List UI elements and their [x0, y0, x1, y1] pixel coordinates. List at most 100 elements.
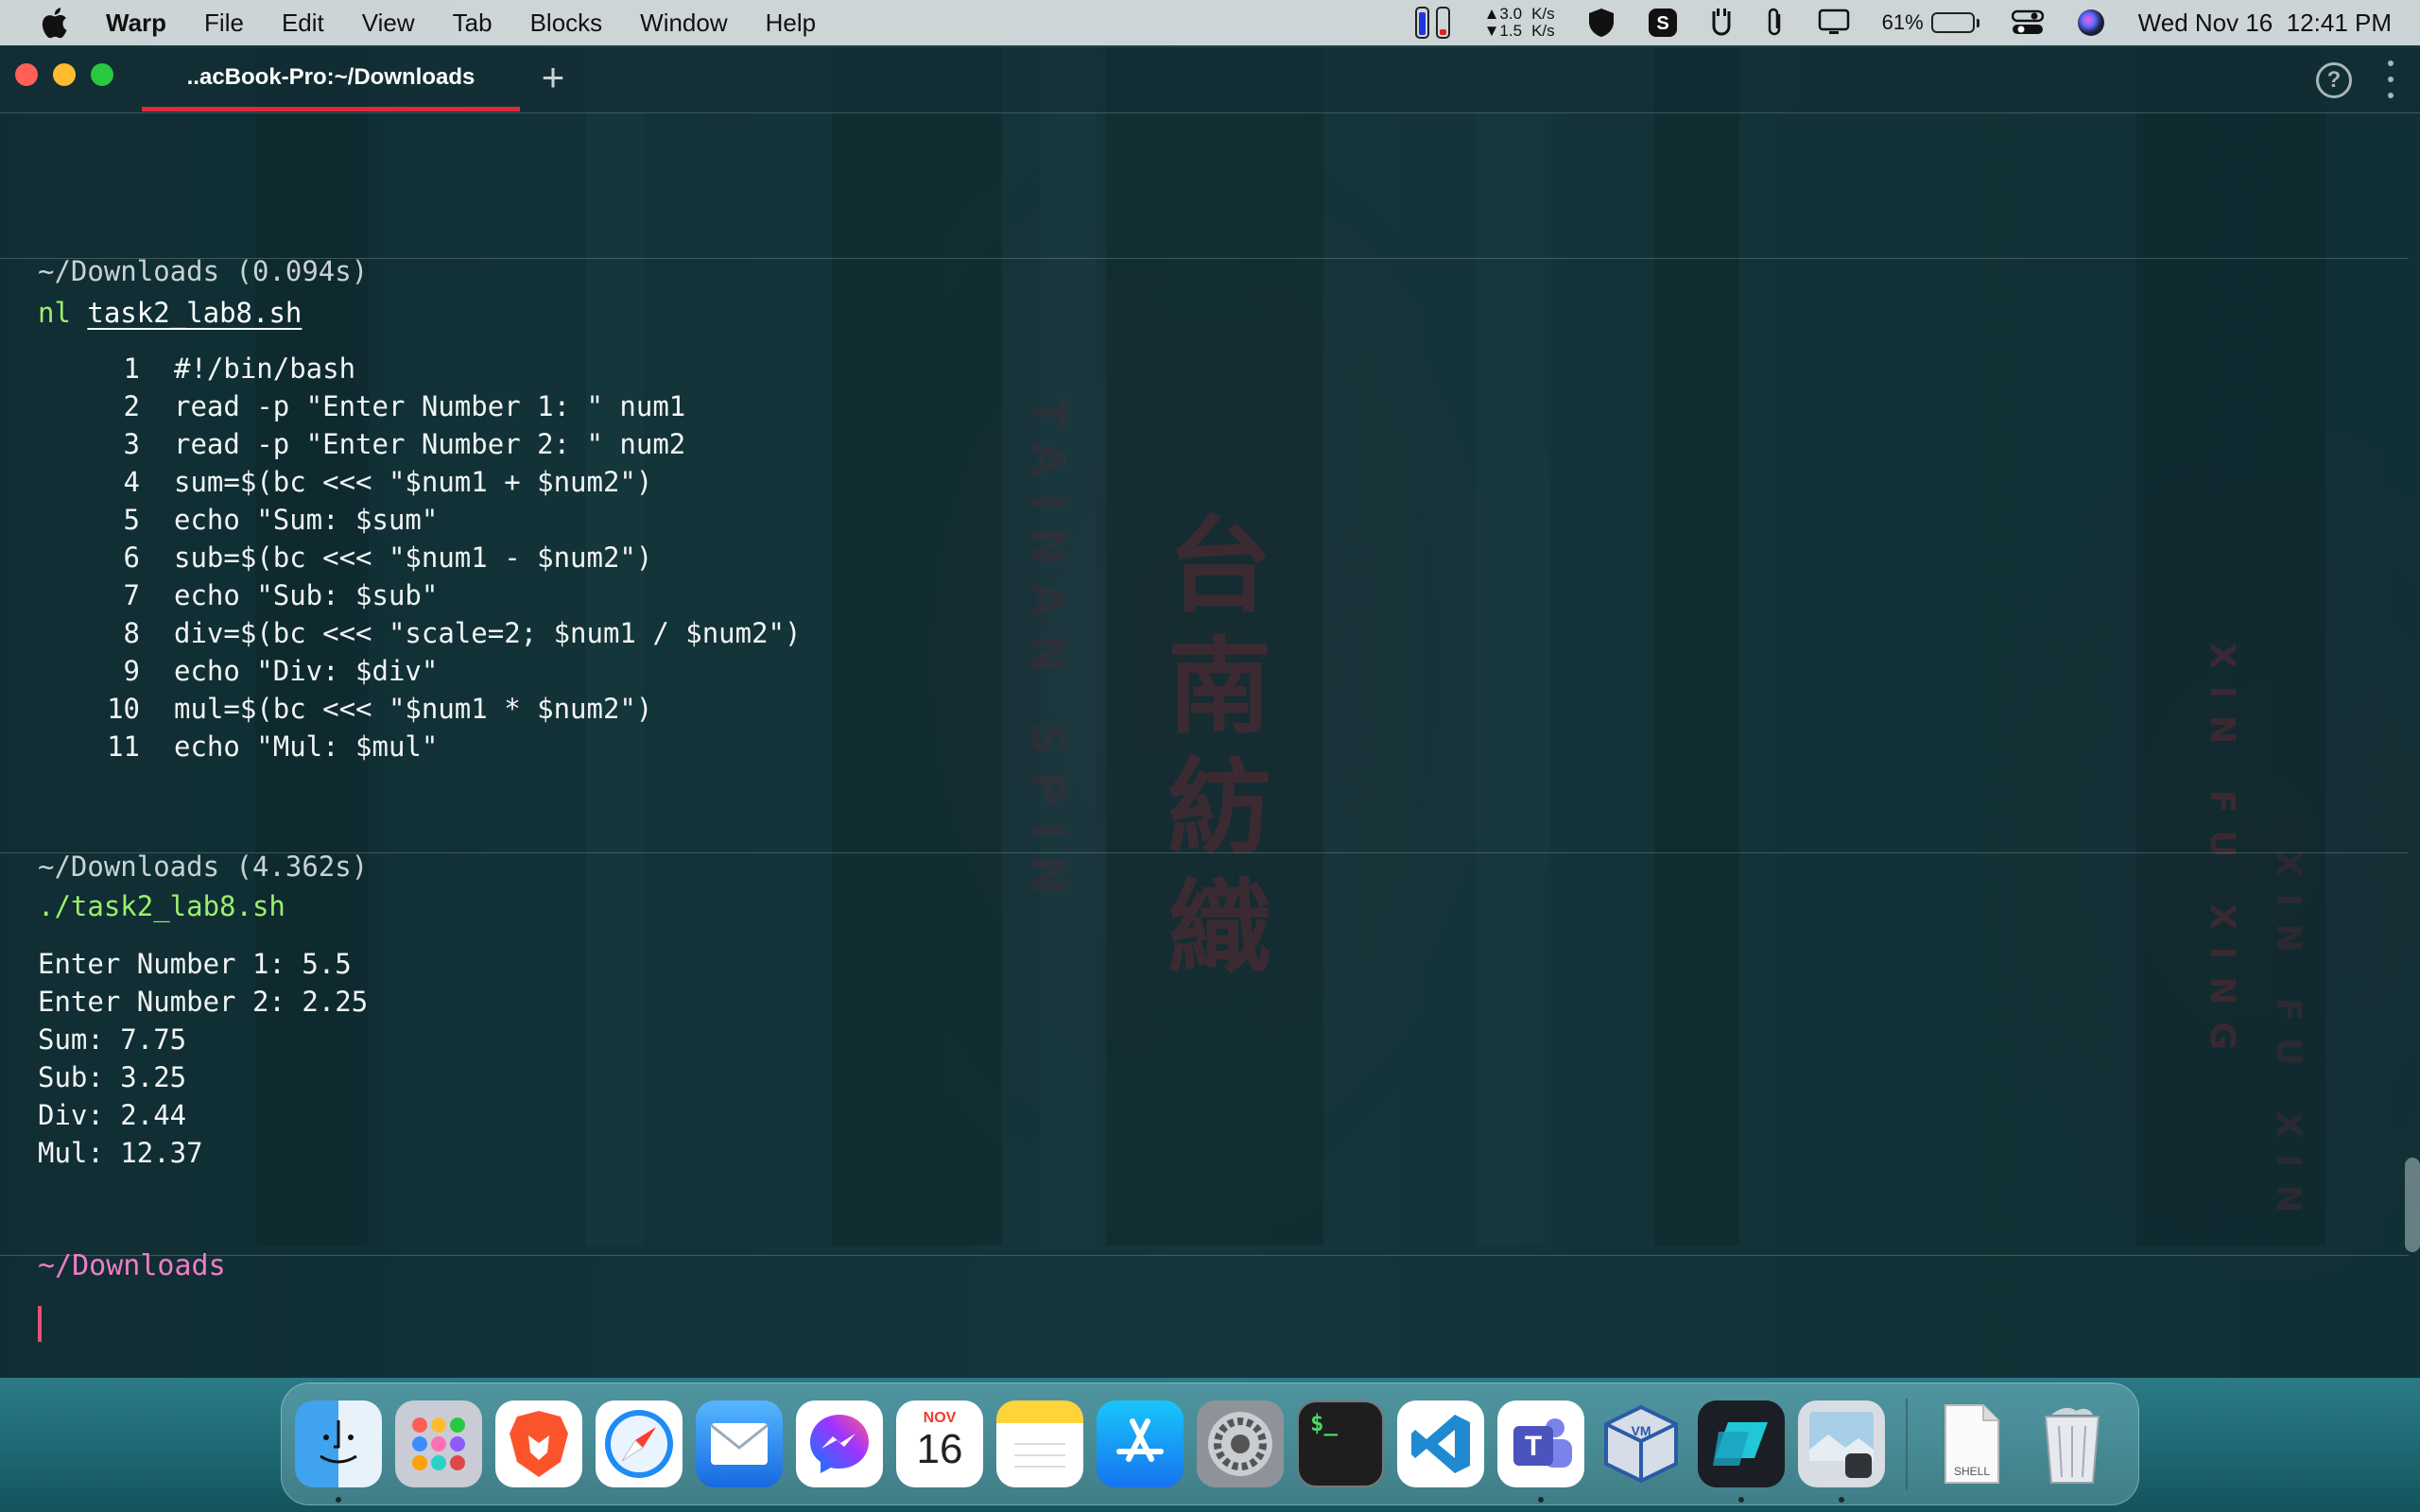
dock-messenger[interactable] [796, 1400, 883, 1487]
apple-menu-icon[interactable] [40, 7, 68, 39]
menu-help[interactable]: Help [766, 9, 816, 38]
tab-title: ..acBook-Pro:~/Downloads [186, 63, 475, 90]
notes-icon [1014, 1443, 1065, 1468]
menu-edit[interactable]: Edit [282, 9, 324, 38]
menu-window[interactable]: Window [640, 9, 727, 38]
menu-file[interactable]: File [204, 9, 244, 38]
display-icon[interactable] [1818, 9, 1850, 37]
help-icon[interactable]: ? [2316, 62, 2352, 98]
listing-line: 1 #!/bin/bash [0, 350, 356, 387]
listing-line: 5 echo "Sum: $sum" [0, 501, 439, 539]
scrollbar-thumb[interactable] [2405, 1158, 2420, 1252]
dock-safari[interactable] [596, 1400, 683, 1487]
calendar-day: 16 [916, 1426, 963, 1472]
more-options-icon[interactable] [2386, 60, 2395, 98]
listing-line: 9 echo "Div: $div" [0, 652, 439, 690]
dock-terminal[interactable]: $_ [1297, 1400, 1384, 1487]
dock-warp[interactable] [1698, 1400, 1785, 1503]
menu-view[interactable]: View [362, 9, 415, 38]
brave-lion-icon [510, 1411, 568, 1477]
net-download: ▼1.5 [1483, 22, 1523, 40]
mail-envelope-icon [710, 1423, 769, 1465]
running-indicator [1839, 1497, 1844, 1503]
block-divider [0, 1255, 2409, 1256]
listing-line: 6 sub=$(bc <<< "$num1 - $num2") [0, 539, 653, 576]
line-source: div=$(bc <<< "scale=2; $num1 / $num2") [174, 617, 802, 649]
net-upload-unit: K/s [1531, 5, 1555, 23]
net-download-unit: K/s [1531, 22, 1555, 40]
memory-gauge-icon[interactable] [1414, 5, 1452, 41]
line-source: read -p "Enter Number 2: " num2 [174, 428, 686, 460]
terminal-icon: $_ [1310, 1410, 1338, 1436]
running-indicator [1538, 1497, 1544, 1503]
terminal-content[interactable]: ~/Downloads (0.094s) nl task2_lab8.sh 1 #… [0, 113, 2420, 1378]
trash-icon [2044, 1407, 2100, 1484]
dock-launchpad[interactable] [395, 1400, 482, 1487]
line-number: 6 [123, 541, 140, 574]
menu-blocks[interactable]: Blocks [530, 9, 603, 38]
calendar-month: NOV [923, 1410, 957, 1426]
close-window-button[interactable] [15, 63, 38, 86]
clock-datetime[interactable]: Wed Nov 16 12:41 PM [2138, 9, 2392, 38]
output-line: Sub: 3.25 [38, 1061, 187, 1093]
command-argument[interactable]: task2_lab8.sh [87, 297, 302, 329]
block-command[interactable]: nl task2_lab8.sh [38, 297, 302, 329]
line-source: echo "Sub: $sub" [174, 579, 439, 611]
listing-line: 7 echo "Sub: $sub" [0, 576, 439, 614]
menu-tab[interactable]: Tab [453, 9, 493, 38]
paperclip-icon[interactable] [1765, 7, 1786, 39]
output-line: Div: 2.44 [38, 1099, 187, 1131]
dock-brave[interactable] [495, 1400, 582, 1487]
line-source: echo "Div: $div" [174, 655, 439, 687]
gear-icon [1208, 1412, 1272, 1476]
block-header: ~/Downloads (4.362s) [38, 850, 369, 883]
line-number: 2 [123, 390, 140, 422]
app-menu-warp[interactable]: Warp [106, 9, 166, 38]
line-source: sum=$(bc <<< "$num1 + $num2") [174, 466, 653, 498]
listing-line: 10 mul=$(bc <<< "$num1 * $num2") [0, 690, 652, 728]
dock-app-store[interactable] [1097, 1400, 1184, 1487]
menu-bar: Warp File Edit View Tab Blocks Window He… [0, 0, 2420, 45]
network-speed-widget[interactable]: ▲3.0 ▼1.5 K/s K/s [1484, 6, 1555, 40]
dock-virtualbox[interactable]: VM [1598, 1400, 1685, 1487]
battery-status[interactable]: 61% [1882, 10, 1979, 35]
vscode-icon [1411, 1415, 1470, 1473]
dock-finder[interactable] [295, 1400, 382, 1503]
line-source: mul=$(bc <<< "$num1 * $num2") [174, 693, 653, 725]
dock-vscode[interactable] [1397, 1400, 1484, 1487]
warp-terminal-window: ..acBook-Pro:~/Downloads + ? ~/Downloads… [0, 47, 2420, 1378]
block-command[interactable]: ./task2_lab8.sh [38, 890, 285, 922]
listing-line: 3 read -p "Enter Number 2: " num2 [0, 425, 686, 463]
new-tab-button[interactable]: + [534, 57, 572, 98]
siri-icon[interactable] [2076, 8, 2106, 38]
input-cursor[interactable] [38, 1306, 42, 1342]
usb-utility-icon[interactable] [1710, 8, 1733, 38]
maximize-window-button[interactable] [91, 63, 113, 86]
dock-notes[interactable] [996, 1400, 1083, 1487]
dock-separator [1906, 1399, 1908, 1489]
running-indicator [336, 1497, 341, 1503]
output-line: Mul: 12.37 [38, 1137, 203, 1169]
line-number: 11 [107, 730, 140, 763]
control-center-icon[interactable] [2011, 9, 2044, 36]
s-app-icon[interactable]: S [1648, 8, 1678, 38]
dock-teams[interactable]: T [1497, 1400, 1584, 1503]
dock-preview[interactable] [1798, 1400, 1885, 1503]
warp-icon [1713, 1422, 1768, 1466]
line-number: 9 [123, 655, 140, 687]
svg-text:VM: VM [1632, 1423, 1651, 1438]
line-number: 7 [123, 579, 140, 611]
tab-downloads[interactable]: ..acBook-Pro:~/Downloads [142, 47, 520, 112]
dock-system-preferences[interactable] [1197, 1400, 1284, 1487]
dock-calendar[interactable]: NOV 16 [896, 1400, 983, 1487]
dock-mail[interactable] [696, 1400, 783, 1487]
minimize-window-button[interactable] [53, 63, 76, 86]
line-source: #!/bin/bash [174, 352, 356, 385]
dock-shell-document[interactable]: SHELL [1928, 1400, 2015, 1487]
line-source: echo "Sum: $sum" [174, 504, 439, 536]
shield-icon[interactable] [1587, 8, 1616, 38]
block-header: ~/Downloads (0.094s) [38, 255, 369, 287]
output-line: Enter Number 2: 2.25 [38, 986, 369, 1018]
dock-trash[interactable] [2029, 1400, 2116, 1487]
running-indicator [1738, 1497, 1744, 1503]
